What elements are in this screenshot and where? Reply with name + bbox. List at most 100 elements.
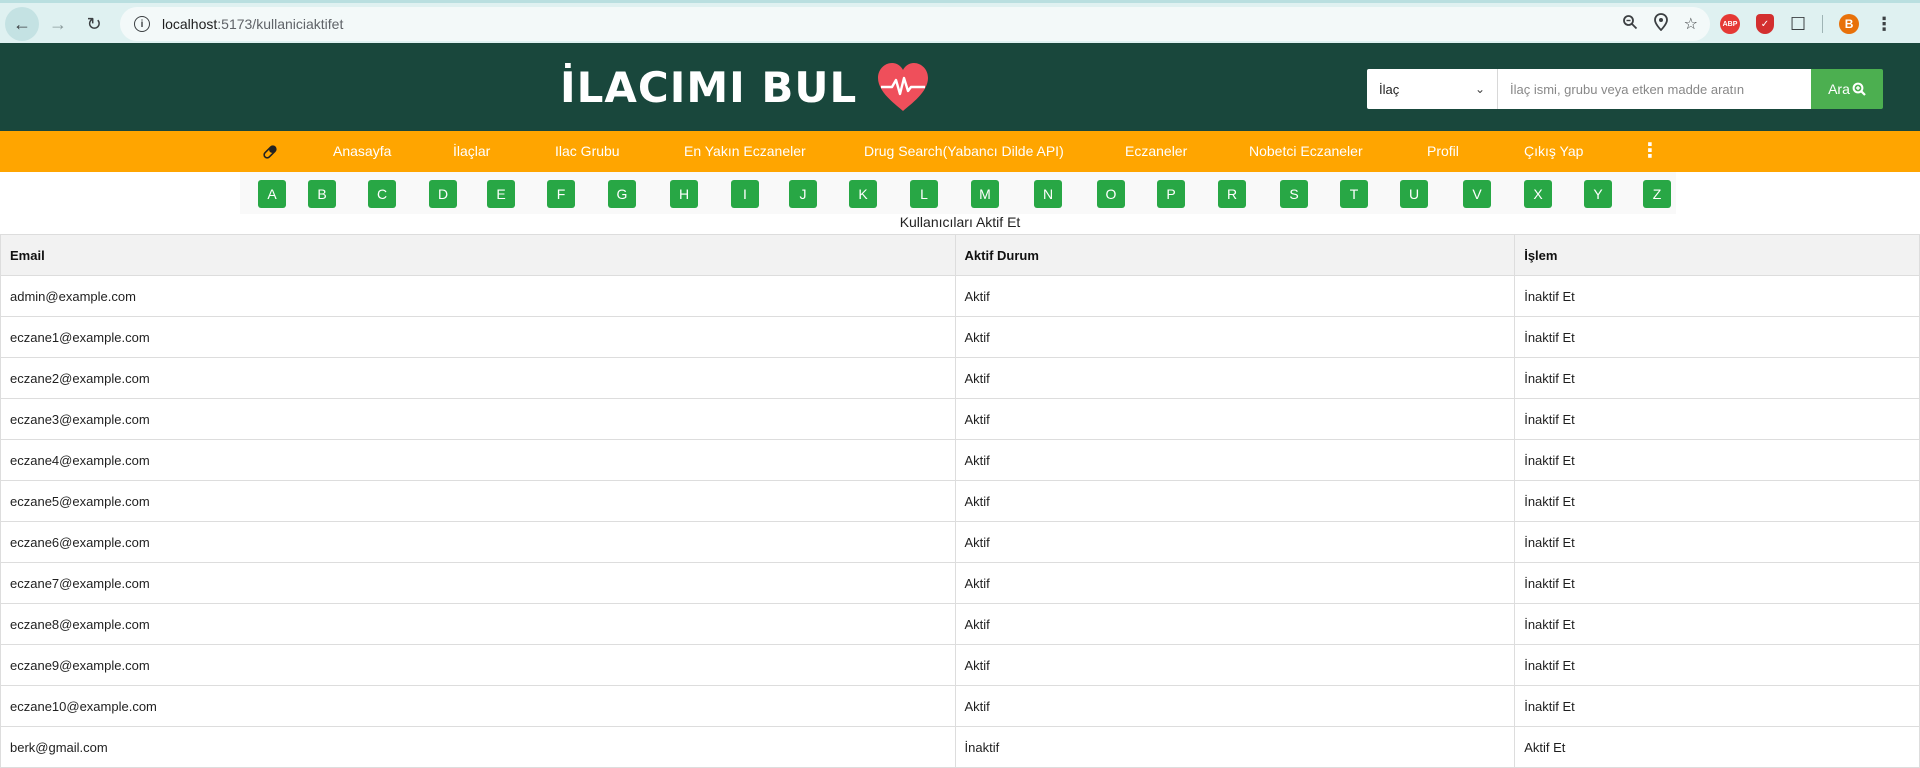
menu-item-anasayfa[interactable]: Anasayfa bbox=[333, 131, 391, 172]
letter-button-h[interactable]: H bbox=[670, 180, 698, 208]
address-bar[interactable]: i localhost:5173/kullaniciaktifet ☆ bbox=[120, 7, 1710, 41]
menu-item-cikis-yap[interactable]: Çıkış Yap bbox=[1524, 131, 1583, 172]
menu-item-en-yakin-eczaneler[interactable]: En Yakın Eczaneler bbox=[684, 131, 806, 172]
letter-button-y[interactable]: Y bbox=[1584, 180, 1612, 208]
bookmark-star-icon[interactable]: ☆ bbox=[1684, 14, 1698, 34]
table-row: eczane4@example.com Aktif İnaktif Et bbox=[0, 439, 1920, 481]
action-link[interactable]: İnaktif Et bbox=[1514, 316, 1920, 358]
back-button[interactable]: ← bbox=[5, 7, 39, 41]
table-row: eczane6@example.com Aktif İnaktif Et bbox=[0, 521, 1920, 563]
letter-button-d[interactable]: D bbox=[429, 180, 457, 208]
site-info-icon[interactable]: i bbox=[134, 16, 150, 32]
email-cell: berk@gmail.com bbox=[0, 726, 956, 768]
letter-button-s[interactable]: S bbox=[1280, 180, 1308, 208]
action-link[interactable]: İnaktif Et bbox=[1514, 480, 1920, 522]
search-button[interactable]: Ara bbox=[1811, 69, 1883, 109]
zoom-icon[interactable] bbox=[1622, 14, 1638, 35]
menu-item-eczaneler[interactable]: Eczaneler bbox=[1125, 131, 1187, 172]
column-header-action: İşlem bbox=[1514, 234, 1920, 276]
column-header-email: Email bbox=[0, 234, 956, 276]
letter-button-a[interactable]: A bbox=[258, 180, 286, 208]
status-cell: Aktif bbox=[954, 480, 1516, 522]
drug-search: İlaç ⌄ Ara bbox=[1367, 69, 1883, 109]
browser-toolbar: ← → ↻ i localhost:5173/kullaniciaktifet … bbox=[0, 0, 1920, 43]
table-row: admin@example.com Aktif İnaktif Et bbox=[0, 275, 1920, 317]
table-header-row: Email Aktif Durum İşlem bbox=[0, 234, 1920, 276]
browser-menu-icon[interactable]: ⋮ bbox=[1875, 14, 1893, 35]
action-link[interactable]: İnaktif Et bbox=[1514, 439, 1920, 481]
url-path: :5173/kullaniciaktifet bbox=[217, 16, 344, 32]
email-cell: eczane10@example.com bbox=[0, 685, 956, 727]
profile-avatar[interactable]: B bbox=[1839, 14, 1860, 34]
letter-button-z[interactable]: Z bbox=[1643, 180, 1671, 208]
action-link[interactable]: İnaktif Et bbox=[1514, 644, 1920, 686]
more-menu-icon[interactable]: ⋮ bbox=[1640, 131, 1660, 172]
status-cell: Aktif bbox=[954, 398, 1516, 440]
letter-button-i[interactable]: I bbox=[731, 180, 759, 208]
location-icon[interactable] bbox=[1653, 12, 1668, 36]
email-cell: eczane4@example.com bbox=[0, 439, 956, 481]
table-row: eczane5@example.com Aktif İnaktif Et bbox=[0, 480, 1920, 522]
letter-button-r[interactable]: R bbox=[1218, 180, 1246, 208]
letter-button-u[interactable]: U bbox=[1400, 180, 1428, 208]
email-cell: eczane3@example.com bbox=[0, 398, 956, 440]
search-input[interactable] bbox=[1497, 69, 1811, 109]
letter-button-l[interactable]: L bbox=[910, 180, 938, 208]
menu-item-nobetci-eczaneler[interactable]: Nobetci Eczaneler bbox=[1249, 131, 1363, 172]
letter-button-p[interactable]: P bbox=[1157, 180, 1185, 208]
status-cell: Aktif bbox=[954, 644, 1516, 686]
email-cell: eczane6@example.com bbox=[0, 521, 956, 563]
email-cell: eczane9@example.com bbox=[0, 644, 956, 686]
action-link[interactable]: İnaktif Et bbox=[1514, 398, 1920, 440]
search-plus-icon bbox=[1852, 82, 1866, 96]
action-link[interactable]: İnaktif Et bbox=[1514, 357, 1920, 399]
chevron-down-icon: ⌄ bbox=[1474, 82, 1485, 96]
letter-button-n[interactable]: N bbox=[1034, 180, 1062, 208]
menu-item-ilac-grubu[interactable]: Ilac Grubu bbox=[555, 131, 620, 172]
menu-item-drug-search[interactable]: Drug Search(Yabancı Dilde API) bbox=[864, 131, 1064, 172]
letter-button-k[interactable]: K bbox=[849, 180, 877, 208]
letter-button-e[interactable]: E bbox=[487, 180, 515, 208]
pill-icon[interactable] bbox=[262, 131, 278, 172]
brand-title: İLACIMI BUL bbox=[560, 62, 858, 112]
letter-button-t[interactable]: T bbox=[1340, 180, 1368, 208]
table-row: eczane9@example.com Aktif İnaktif Et bbox=[0, 644, 1920, 686]
action-link[interactable]: İnaktif Et bbox=[1514, 521, 1920, 563]
table-row: eczane7@example.com Aktif İnaktif Et bbox=[0, 562, 1920, 604]
adblock-extension-icon[interactable]: ABP bbox=[1720, 14, 1740, 34]
main-menu: Anasayfa İlaçlar Ilac Grubu En Yakın Ecz… bbox=[0, 131, 1920, 172]
extensions-puzzle-icon[interactable]: ☐ bbox=[1790, 14, 1806, 35]
action-link[interactable]: İnaktif Et bbox=[1514, 562, 1920, 604]
letter-button-c[interactable]: C bbox=[368, 180, 396, 208]
action-link[interactable]: İnaktif Et bbox=[1514, 685, 1920, 727]
forward-button[interactable]: → bbox=[41, 7, 75, 41]
status-cell: Aktif bbox=[954, 275, 1516, 317]
table-row: eczane1@example.com Aktif İnaktif Et bbox=[0, 316, 1920, 358]
search-button-label: Ara bbox=[1828, 81, 1850, 97]
action-link[interactable]: İnaktif Et bbox=[1514, 275, 1920, 317]
page-title: Kullanıcıları Aktif Et bbox=[899, 214, 1021, 230]
email-cell: eczane5@example.com bbox=[0, 480, 956, 522]
menu-item-ilaclar[interactable]: İlaçlar bbox=[453, 131, 490, 172]
letter-button-v[interactable]: V bbox=[1463, 180, 1491, 208]
letter-button-g[interactable]: G bbox=[608, 180, 636, 208]
menu-item-profil[interactable]: Profil bbox=[1427, 131, 1459, 172]
letter-button-x[interactable]: X bbox=[1524, 180, 1552, 208]
brand-logo[interactable]: İLACIMI BUL bbox=[560, 61, 931, 113]
search-category-value: İlaç bbox=[1379, 81, 1400, 97]
reload-button[interactable]: ↻ bbox=[77, 7, 111, 41]
search-category-select[interactable]: İlaç ⌄ bbox=[1367, 69, 1497, 109]
letter-button-f[interactable]: F bbox=[547, 180, 575, 208]
letter-button-b[interactable]: B bbox=[308, 180, 336, 208]
column-header-status: Aktif Durum bbox=[954, 234, 1516, 276]
status-cell: İnaktif bbox=[954, 726, 1516, 768]
shield-extension-icon[interactable]: ✓ bbox=[1756, 14, 1774, 34]
table-row: eczane2@example.com Aktif İnaktif Et bbox=[0, 357, 1920, 399]
letter-button-j[interactable]: J bbox=[789, 180, 817, 208]
letter-button-m[interactable]: M bbox=[971, 180, 999, 208]
letter-button-o[interactable]: O bbox=[1097, 180, 1125, 208]
status-cell: Aktif bbox=[954, 316, 1516, 358]
action-link[interactable]: İnaktif Et bbox=[1514, 603, 1920, 645]
users-table: Email Aktif Durum İşlem admin@example.co… bbox=[0, 234, 1920, 768]
action-link[interactable]: Aktif Et bbox=[1514, 726, 1920, 768]
